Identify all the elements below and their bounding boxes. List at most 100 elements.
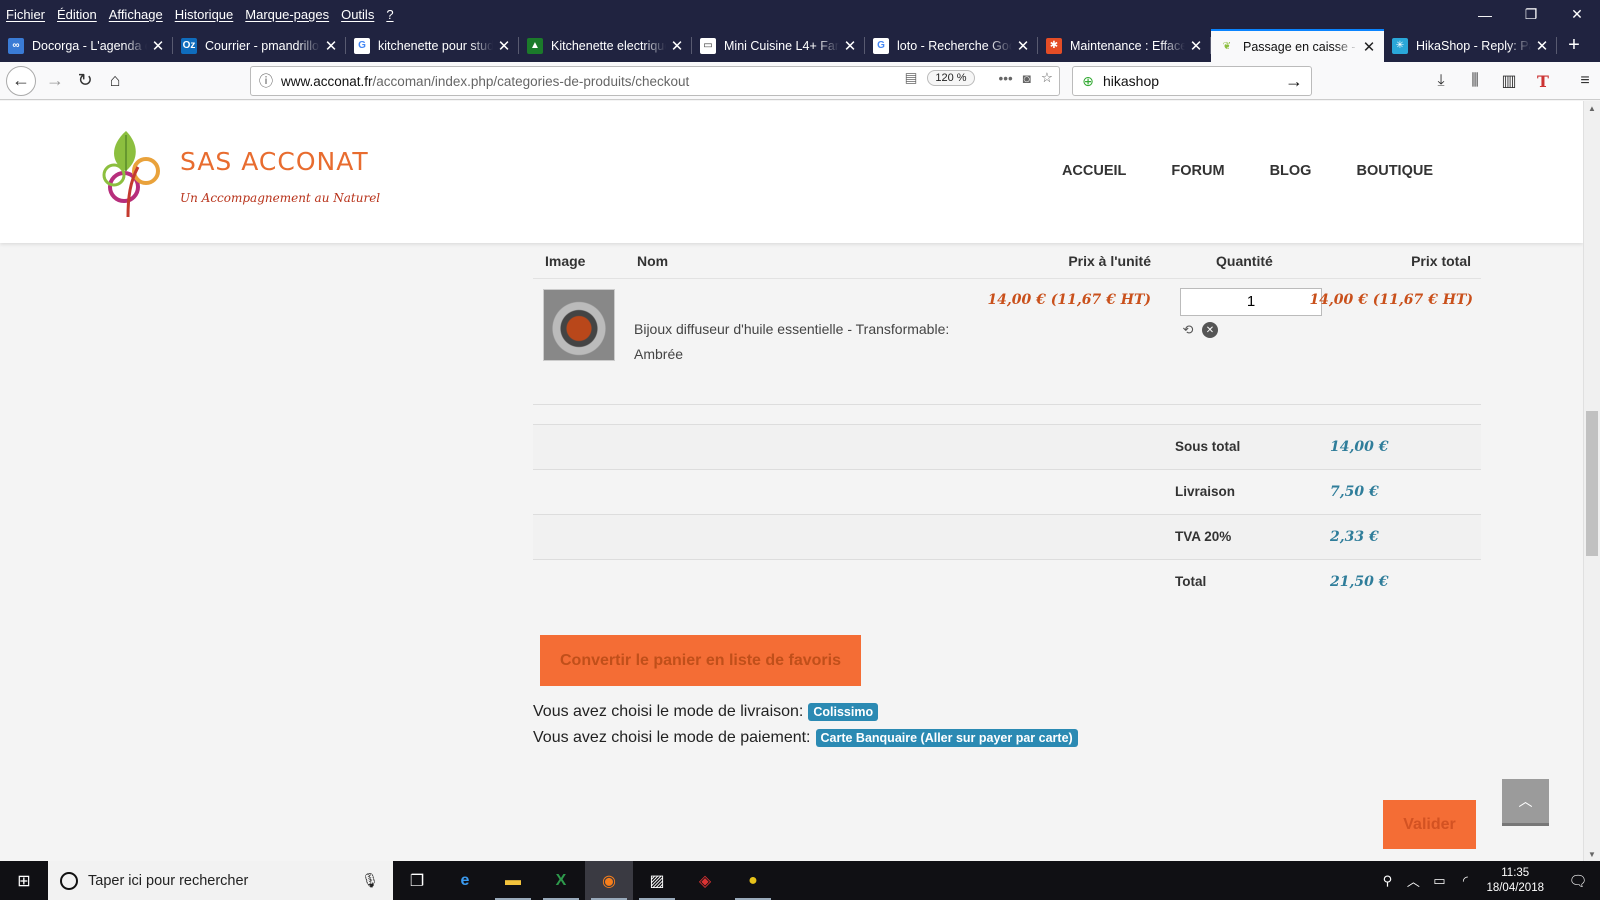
close-tab-icon[interactable]: ✕ [1016,37,1030,55]
tab-title: Kitchenette electrique [551,38,666,53]
info-icon[interactable]: ⓘ [251,71,281,91]
close-tab-icon[interactable]: ✕ [151,37,165,55]
tray-chevron-icon[interactable]: ︿ [1400,871,1426,890]
tab-0[interactable]: ∞ Docorga - L'agenda d ✕ [0,29,173,62]
minimize-icon[interactable]: — [1462,0,1508,29]
tab-5[interactable]: Gloto - Recherche Goo ✕ [865,29,1038,62]
refresh-icon[interactable]: ⟲ [1180,322,1196,338]
tab-4[interactable]: ▭ Mini Cuisine L4+ Fam ✕ [692,29,865,62]
site-icon: ▲ [527,37,543,54]
site-logo[interactable]: SAS ACCONAT Un Accompagnement au Naturel [100,127,410,222]
nav-boutique[interactable]: BOUTIQUE [1356,163,1433,179]
nav-blog[interactable]: BLOG [1270,163,1312,179]
page-actions-icon[interactable]: ••• [999,71,1013,86]
search-input[interactable]: ⊕ hikashop → [1072,66,1312,96]
quantity-input[interactable]: 1 [1180,288,1322,316]
scroll-down-icon[interactable]: ▼ [1584,847,1600,861]
windows-start-icon[interactable]: ⊞ [0,861,48,900]
header-total-price: Prix total [1411,252,1471,269]
menu-fichier[interactable]: Fichier [6,7,45,22]
remove-item-icon[interactable]: ✕ [1202,322,1218,338]
header-image: Image [545,252,586,269]
main-nav: ACCUEIL FORUM BLOG BOUTIQUE [1062,163,1433,179]
page-scrollbar[interactable]: ▲ ▼ [1583,101,1600,861]
product-name[interactable]: Bijoux diffuseur d'huile essentielle - T… [634,317,974,367]
menu-edition[interactable]: Édition [57,7,97,22]
menu-outils[interactable]: Outils [341,7,374,22]
convert-to-favorites-button[interactable]: Convertir le panier en liste de favoris [540,635,861,686]
close-tab-icon[interactable]: ✕ [1362,38,1376,56]
home-icon[interactable]: ⌂ [100,66,130,96]
spacer-row [533,405,1481,425]
nav-accueil[interactable]: ACCUEIL [1062,163,1126,179]
close-window-icon[interactable]: ✕ [1554,0,1600,29]
new-tab-icon[interactable]: + [1556,29,1592,62]
excel-icon[interactable]: X [537,861,585,900]
search-go-arrow-icon[interactable]: → [1285,71,1303,92]
reader-view-icon[interactable]: ▤ [905,70,918,86]
shipping-choice: Vous avez choisi le mode de livraison: C… [533,703,879,721]
sidebar-icon[interactable]: ▥ [1494,66,1524,96]
total-price: 14,00 € (11,67 € HT) [1309,292,1473,308]
nav-forum[interactable]: FORUM [1171,163,1224,179]
tab-title: kitchenette pour stud [378,38,493,53]
people-icon[interactable]: ⚲ [1374,873,1400,889]
edge-icon[interactable]: e [441,861,489,900]
zoom-level[interactable]: 120 % [927,70,975,86]
totals-row-shipping: Livraison 7,50 € [533,470,1481,515]
extension-t-icon[interactable]: T [1528,66,1558,96]
clock-time: 11:35 [1501,866,1530,879]
google-icon: G [873,37,889,54]
close-tab-icon[interactable]: ✕ [1535,37,1549,55]
url-bar[interactable]: ⓘ www.acconat.fr/accoman/index.php/categ… [250,66,1060,96]
menu-affichage[interactable]: Affichage [109,7,163,22]
search-engine-icon[interactable]: ⊕ [1073,73,1103,90]
cart-table: Image Nom Prix à l'unité Quantité Prix t… [533,243,1481,605]
app-cube-icon[interactable]: ◈ [681,861,729,900]
tab-1[interactable]: Oz Courrier - pmandrillo ✕ [173,29,346,62]
forward-arrow-icon[interactable]: → [40,66,70,96]
bookmark-star-icon[interactable]: ☆ [1041,70,1053,86]
battery-icon[interactable]: ▭ [1426,873,1452,889]
scroll-up-icon[interactable]: ▲ [1584,101,1600,115]
header-unit-price: Prix à l'unité [1068,252,1151,269]
close-tab-icon[interactable]: ✕ [1189,37,1203,55]
close-tab-icon[interactable]: ✕ [670,37,684,55]
tab-8[interactable]: ✳ HikaShop - Reply: Par ✕ [1384,29,1557,62]
task-view-icon[interactable]: ❐ [393,861,441,900]
reload-icon[interactable]: ↻ [70,66,100,96]
close-tab-icon[interactable]: ✕ [497,37,511,55]
menu-historique[interactable]: Historique [175,7,234,22]
docorga-icon: ∞ [8,37,24,54]
notifications-icon[interactable]: 🗨 [1556,861,1600,900]
pocket-icon[interactable]: ◙ [1023,71,1031,86]
scroll-to-top-icon[interactable]: ︿ [1502,779,1549,826]
product-image[interactable] [543,289,615,361]
file-explorer-icon[interactable]: ▬ [489,861,537,900]
tab-7[interactable]: ❦ Passage en caisse - S/ ✕ [1211,29,1384,62]
close-tab-icon[interactable]: ✕ [843,37,857,55]
download-icon[interactable]: ⤓ [1426,66,1456,96]
back-arrow-icon[interactable]: ← [6,65,36,96]
wifi-icon[interactable]: ◜ [1452,873,1478,889]
firefox-icon[interactable]: ◉ [585,861,633,900]
close-tab-icon[interactable]: ✕ [324,37,338,55]
app-yellow-icon[interactable]: ● [729,861,777,900]
hamburger-menu-icon[interactable]: ≡ [1570,66,1600,96]
menu-help[interactable]: ? [386,7,393,22]
cart-header-row: Image Nom Prix à l'unité Quantité Prix t… [533,243,1481,279]
tab-6[interactable]: ✱ Maintenance : Effacer ✕ [1038,29,1211,62]
taskbar-clock[interactable]: 11:35 18/04/2018 [1486,866,1544,896]
taskbar-search[interactable]: Taper ici pour rechercher 🎙 [48,861,393,900]
tab-3[interactable]: ▲ Kitchenette electrique ✕ [519,29,692,62]
unit-price: 14,00 € (11,67 € HT) [987,292,1151,308]
restore-icon[interactable]: ❐ [1508,0,1554,29]
validate-button[interactable]: Valider [1383,800,1476,849]
tab-2[interactable]: Gkitchenette pour stud ✕ [346,29,519,62]
scrollbar-thumb[interactable] [1586,411,1598,556]
header-quantity: Quantité [1216,252,1273,269]
microphone-icon[interactable]: 🎙 [361,872,379,889]
menu-marque-pages[interactable]: Marque-pages [245,7,329,22]
library-icon[interactable]: ⫼ [1460,66,1490,96]
photos-icon[interactable]: ▨ [633,861,681,900]
